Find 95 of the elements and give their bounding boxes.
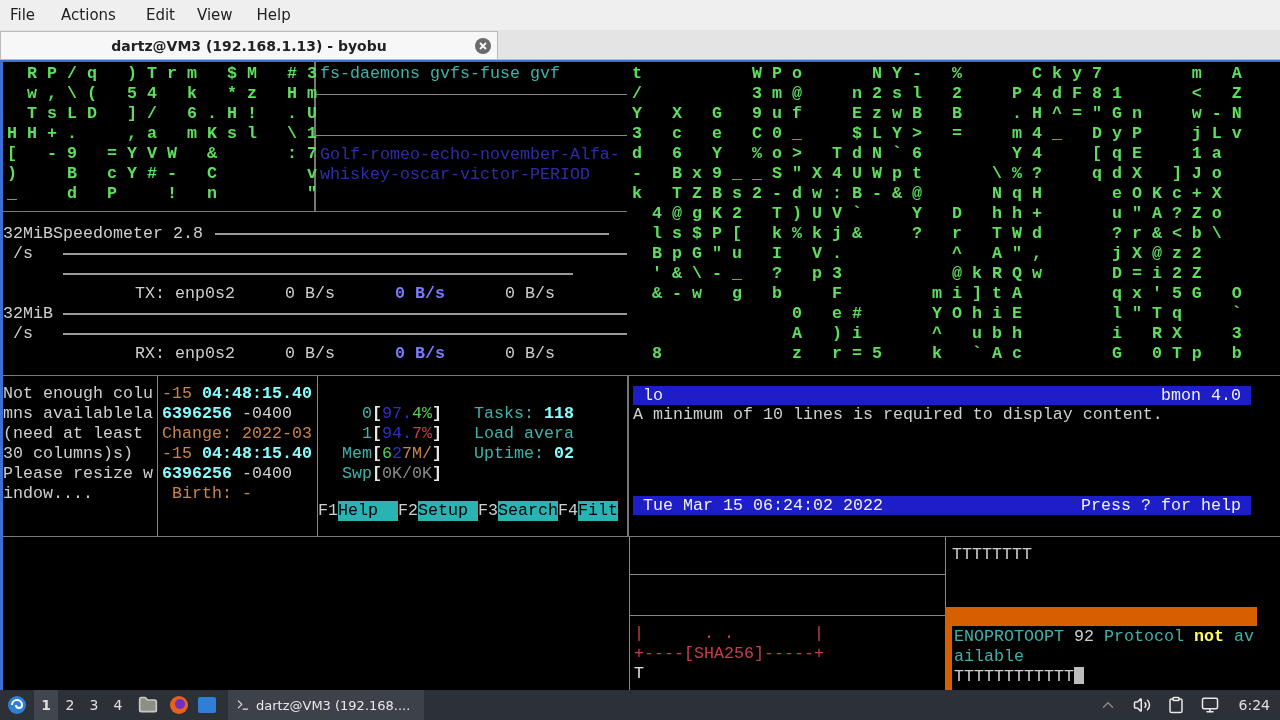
- volume-icon[interactable]: [1132, 696, 1151, 714]
- terminal-line: ailable: [954, 647, 1025, 667]
- terminal-line: Tasks: 118: [474, 404, 575, 424]
- meter-line: Mem[627M/]: [341, 444, 442, 464]
- matrix-line: / 3m@ n2sl 2 P4dF81 < Z: [632, 84, 1253, 104]
- function-key-button[interactable]: Setup: [418, 501, 478, 521]
- workspace-button[interactable]: 2: [58, 690, 82, 720]
- help-hint: Press ? for help: [1081, 496, 1241, 515]
- terminal-line: Change: 2022-03: [162, 424, 313, 444]
- workspace-button[interactable]: 1: [34, 690, 58, 720]
- rate-reading: 0 B/s: [285, 344, 336, 364]
- matrix-line: '&\-_ ? p3 @kRQw D=i2Z: [651, 264, 1213, 284]
- key-label: F4: [557, 501, 578, 521]
- meter-line: 0[97.4%]: [361, 404, 442, 424]
- network-icon[interactable]: [1200, 696, 1219, 714]
- matrix-line: Y X G 9uf EzwB B .H^="Gn w-N: [632, 104, 1253, 124]
- matrix-line: ls$P[ k%kj& ? r TWd ?r&<b\: [651, 224, 1233, 244]
- clipboard-icon[interactable]: [1166, 696, 1185, 714]
- terminal-icon: [236, 698, 250, 712]
- matrix-line: TsLD ]/ 6.H! .U: [26, 104, 314, 124]
- menu-item[interactable]: Help: [248, 6, 299, 24]
- scale-label: 32MiB: [3, 304, 53, 324]
- ascii-art-line: +----[SHA256]-----+: [634, 644, 825, 664]
- matrix-line: [ -9 =YVW & :7: [7, 144, 314, 164]
- matrix-line: RP/q )Trm $M #3: [26, 64, 314, 84]
- terminal-line: (need at least: [3, 424, 144, 444]
- workspace-button[interactable]: 4: [106, 690, 130, 720]
- browser-icon[interactable]: [169, 695, 189, 715]
- rate-reading: 0 B/s: [505, 284, 556, 304]
- matrix-line: A )i ^ ubh i RX 3: [790, 324, 1253, 344]
- terminal-line: Not enough colu: [3, 384, 154, 404]
- interface-label: TX: enp0s2: [135, 284, 236, 304]
- function-key-button[interactable]: Search: [497, 501, 558, 521]
- menu-item[interactable]: File: [2, 6, 44, 24]
- tab-title: dartz@VM3 (192.168.1.13) - byobu: [111, 37, 387, 54]
- matrix-line: d 6 Y %o> TdN`6 Y4 [qE 1a: [632, 144, 1233, 164]
- terminal-line: -15 04:48:15.40: [162, 444, 313, 464]
- meter-line: Swp[0K/0K]: [341, 464, 442, 484]
- function-key-button[interactable]: Help: [338, 501, 398, 521]
- menu-item[interactable]: Edit: [137, 6, 183, 24]
- clock: 6:24: [1238, 697, 1270, 713]
- terminal-line: -15 04:48:15.40: [162, 384, 313, 404]
- interface-name: lo: [643, 386, 663, 405]
- matrix-line: t WPo NY- % Cky7 m A: [632, 64, 1253, 84]
- key-label: F3: [477, 501, 498, 521]
- matrix-line: 0 e# YOhiE l"Tq `: [790, 304, 1253, 324]
- menu-item[interactable]: View: [188, 6, 241, 24]
- terminal-line: Uptime: 02: [474, 444, 575, 464]
- terminal-line: 6396256 -0400: [162, 404, 293, 424]
- terminal-tab[interactable]: dartz@VM3 (192.168.1.13) - byobu: [0, 31, 498, 59]
- rate-reading: 0 B/s: [285, 284, 336, 304]
- version-label: bmon 4.0: [1161, 386, 1241, 405]
- unit-label: /s: [12, 244, 34, 264]
- process-text: fs-daemons gvfs-fuse gvf: [320, 64, 561, 84]
- matrix-line: k TZBs2-dw:B-&@ NqH eOKc+X: [632, 184, 1233, 204]
- folder-icon[interactable]: [138, 695, 158, 715]
- rate-reading: 0 B/s: [505, 344, 556, 364]
- terminal-line: mns availablela: [3, 404, 154, 424]
- date-time: Tue Mar 15 06:24:02 2022: [643, 496, 883, 515]
- window-icon[interactable]: [197, 696, 217, 714]
- rate-reading: 0 B/s: [395, 344, 446, 364]
- interface-label: RX: enp0s2: [135, 344, 236, 364]
- terminal-line: TTTTTTTTTTTT: [954, 667, 1257, 687]
- scale-label: 32MiB: [3, 224, 53, 244]
- workspace-button[interactable]: 3: [82, 690, 106, 720]
- menu-item[interactable]: Actions: [53, 6, 124, 24]
- speedometer-title: Speedometer 2.8: [53, 224, 203, 244]
- matrix-line: 4@gK2 T)UV` Y D hh+ u"A?Zo: [651, 204, 1233, 224]
- rate-reading: 0 B/s: [395, 284, 446, 304]
- terminal-line: indow....: [3, 484, 94, 504]
- terminal-line: 6396256 -0400: [162, 464, 293, 484]
- matrix-line: &-w g b F mi]tA qx'5G O: [651, 284, 1253, 304]
- unit-label: /s: [12, 324, 34, 344]
- terminal-line: Birth: -: [171, 484, 253, 504]
- start-menu-icon[interactable]: [7, 695, 27, 715]
- terminal-line: 30 columns)s): [3, 444, 134, 464]
- matrix-line: BpG"u I V. ^ A", jX@z2: [651, 244, 1213, 264]
- terminal-line: Load avera: [474, 424, 575, 444]
- matrix-line: _ d P ! n ": [7, 184, 314, 204]
- terminal-line: ENOPROTOOPT 92 Protocol not av: [954, 627, 1255, 647]
- key-label: F1: [318, 501, 338, 521]
- meter-line: 1[94.7%]: [361, 424, 442, 444]
- matrix-line: 3 c e C0_ $LY> = m4_ DyP jLv: [632, 124, 1253, 144]
- key-label: F2: [398, 501, 418, 521]
- terminal-line: whiskey-oscar-victor-PERIOD: [320, 165, 591, 185]
- matrix-line: 8 z r=5 k `Ac G 0Tp b: [651, 344, 1253, 364]
- taskbar-window-button[interactable]: dartz@VM3 (192.168....: [228, 690, 424, 720]
- terminal-line: T: [634, 664, 645, 684]
- terminal-line: Golf-romeo-echo-november-Alfa-: [320, 145, 621, 165]
- ascii-art-line: | . . |: [634, 624, 825, 644]
- matrix-line: - Bx9__S"X4UWpt \%? qdX ]Jo: [632, 164, 1233, 184]
- close-icon[interactable]: [475, 38, 491, 54]
- terminal-line: TTTTTTTT: [952, 545, 1033, 565]
- terminal-line: Please resize w: [3, 464, 154, 484]
- terminal-line: A minimum of 10 lines is required to display content.: [633, 405, 1164, 425]
